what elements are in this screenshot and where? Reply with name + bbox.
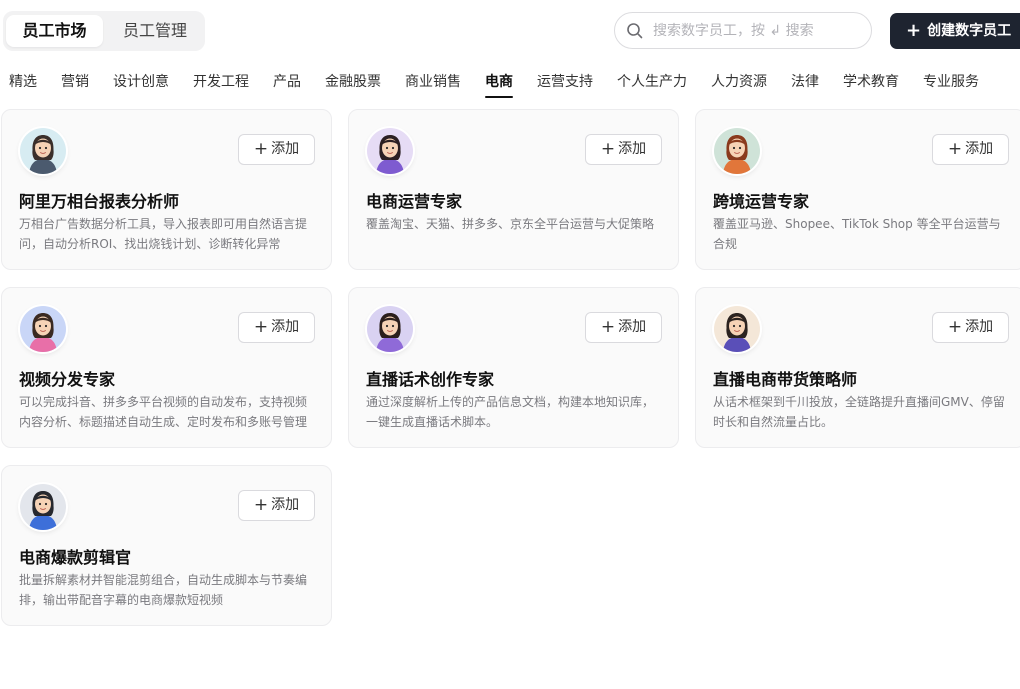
create-button-label: 创建数字员工 [927, 23, 1012, 39]
category-tab[interactable]: 法律 [791, 70, 819, 100]
category-tab[interactable]: 学术教育 [843, 70, 899, 100]
employee-card[interactable]: + 添加视频分发专家可以完成抖音、拼多多平台视频的自动发布，支持视频内容分析、标题… [1, 287, 332, 448]
add-button-label: 添加 [618, 141, 647, 157]
employee-description: 万相台广告数据分析工具，导入报表即可用自然语言提问，自动分析ROI、找出烧钱计划… [19, 217, 308, 251]
cross-border-avatar [714, 128, 760, 174]
employee-card[interactable]: + 添加电商运营专家覆盖淘宝、天猫、拼多多、京东全平台运营与大促策略 [348, 109, 679, 270]
add-button-label: 添加 [965, 141, 994, 157]
search-icon [627, 23, 643, 39]
video-distributor-avatar [20, 306, 66, 352]
plus-icon: + [947, 139, 963, 159]
employee-description: 覆盖亚马逊、Shopee、TikTok Shop 等全平台运营与合规 [713, 217, 1001, 251]
plus-icon: + [253, 139, 269, 159]
add-button[interactable]: + 添加 [238, 134, 315, 165]
category-tab[interactable]: 个人生产力 [617, 70, 687, 100]
employee-card[interactable]: + 添加跨境运营专家覆盖亚马逊、Shopee、TikTok Shop 等全平台运营… [695, 109, 1020, 270]
add-button[interactable]: + 添加 [932, 134, 1009, 165]
employee-description: 通过深度解析上传的产品信息文档，构建本地知识库，一键生成直播话术脚本。 [366, 395, 655, 429]
employee-card[interactable]: + 添加阿里万相台报表分析师万相台广告数据分析工具，导入报表即可用自然语言提问，自… [1, 109, 332, 270]
employee-name: 电商运营专家 [366, 192, 463, 211]
plus-icon: + [947, 317, 963, 337]
create-digital-employee-button[interactable]: + 创建数字员工 [890, 13, 1020, 49]
view-switcher: 员工市场 员工管理 [3, 11, 205, 51]
category-tab[interactable]: 运营支持 [537, 70, 593, 100]
employee-description: 从话术框架到千川投放，全链路提升直播间GMV、停留时长和自然流量占比。 [713, 395, 1005, 429]
add-button[interactable]: + 添加 [238, 490, 315, 521]
category-tab[interactable]: 金融股票 [325, 70, 381, 100]
add-button-label: 添加 [271, 319, 300, 335]
ecommerce-ops-avatar [367, 128, 413, 174]
category-tab[interactable]: 设计创意 [113, 70, 169, 100]
category-tab[interactable]: 营销 [61, 70, 89, 100]
add-button[interactable]: + 添加 [585, 312, 662, 343]
employee-card[interactable]: + 添加直播话术创作专家通过深度解析上传的产品信息文档，构建本地知识库，一键生成直… [348, 287, 679, 448]
employee-name: 视频分发专家 [19, 370, 116, 389]
search-input[interactable] [653, 19, 863, 43]
employee-name: 直播话术创作专家 [366, 370, 495, 389]
employee-card[interactable]: + 添加直播电商带货策略师从话术框架到千川投放，全链路提升直播间GMV、停留时长和… [695, 287, 1020, 448]
video-editor-avatar [20, 484, 66, 530]
add-button-label: 添加 [965, 319, 994, 335]
tab-employee-management[interactable]: 员工管理 [107, 15, 203, 47]
plus-icon: + [600, 139, 616, 159]
plus-icon: + [600, 317, 616, 337]
category-tab[interactable]: 电商 [485, 70, 513, 100]
plus-icon: + [253, 317, 269, 337]
category-tab[interactable]: 专业服务 [923, 70, 979, 100]
category-tab[interactable]: 产品 [273, 70, 301, 100]
employee-name: 直播电商带货策略师 [713, 370, 858, 389]
employee-name: 电商爆款剪辑官 [19, 548, 132, 567]
plus-icon: + [906, 20, 922, 41]
plus-icon: + [253, 495, 269, 515]
category-tabs: 精选 营销 设计创意 开发工程 产品 金融股票 商业销售 电商 运营支持 个人生产力 人力资源 法律学… [9, 70, 1003, 100]
livestream-strategist-avatar [714, 306, 760, 352]
employee-description: 可以完成抖音、拼多多平台视频的自动发布，支持视频内容分析、标题描述自动生成、定时… [19, 395, 308, 429]
employee-name: 阿里万相台报表分析师 [19, 192, 180, 211]
tab-employee-market[interactable]: 员工市场 [6, 15, 103, 47]
employee-name: 跨境运营专家 [713, 192, 810, 211]
employee-description: 批量拆解素材并智能混剪组合，自动生成脚本与节奏编排，输出带配音字幕的电商爆款短视… [19, 573, 308, 607]
livestream-script-avatar [367, 306, 413, 352]
add-button-label: 添加 [271, 497, 300, 513]
category-tab[interactable]: 开发工程 [193, 70, 249, 100]
employee-card[interactable]: + 添加电商爆款剪辑官批量拆解素材并智能混剪组合，自动生成脚本与节奏编排，输出带配… [1, 465, 332, 626]
add-button[interactable]: + 添加 [585, 134, 662, 165]
category-tab[interactable]: 人力资源 [711, 70, 767, 100]
category-tab[interactable]: 精选 [9, 70, 37, 100]
add-button-label: 添加 [271, 141, 300, 157]
employee-description: 覆盖淘宝、天猫、拼多多、京东全平台运营与大促策略 [366, 217, 655, 231]
analyst-avatar [20, 128, 66, 174]
add-button[interactable]: + 添加 [932, 312, 1009, 343]
search-box[interactable] [614, 12, 872, 49]
add-button-label: 添加 [618, 319, 647, 335]
category-tab[interactable]: 商业销售 [405, 70, 461, 100]
add-button[interactable]: + 添加 [238, 312, 315, 343]
